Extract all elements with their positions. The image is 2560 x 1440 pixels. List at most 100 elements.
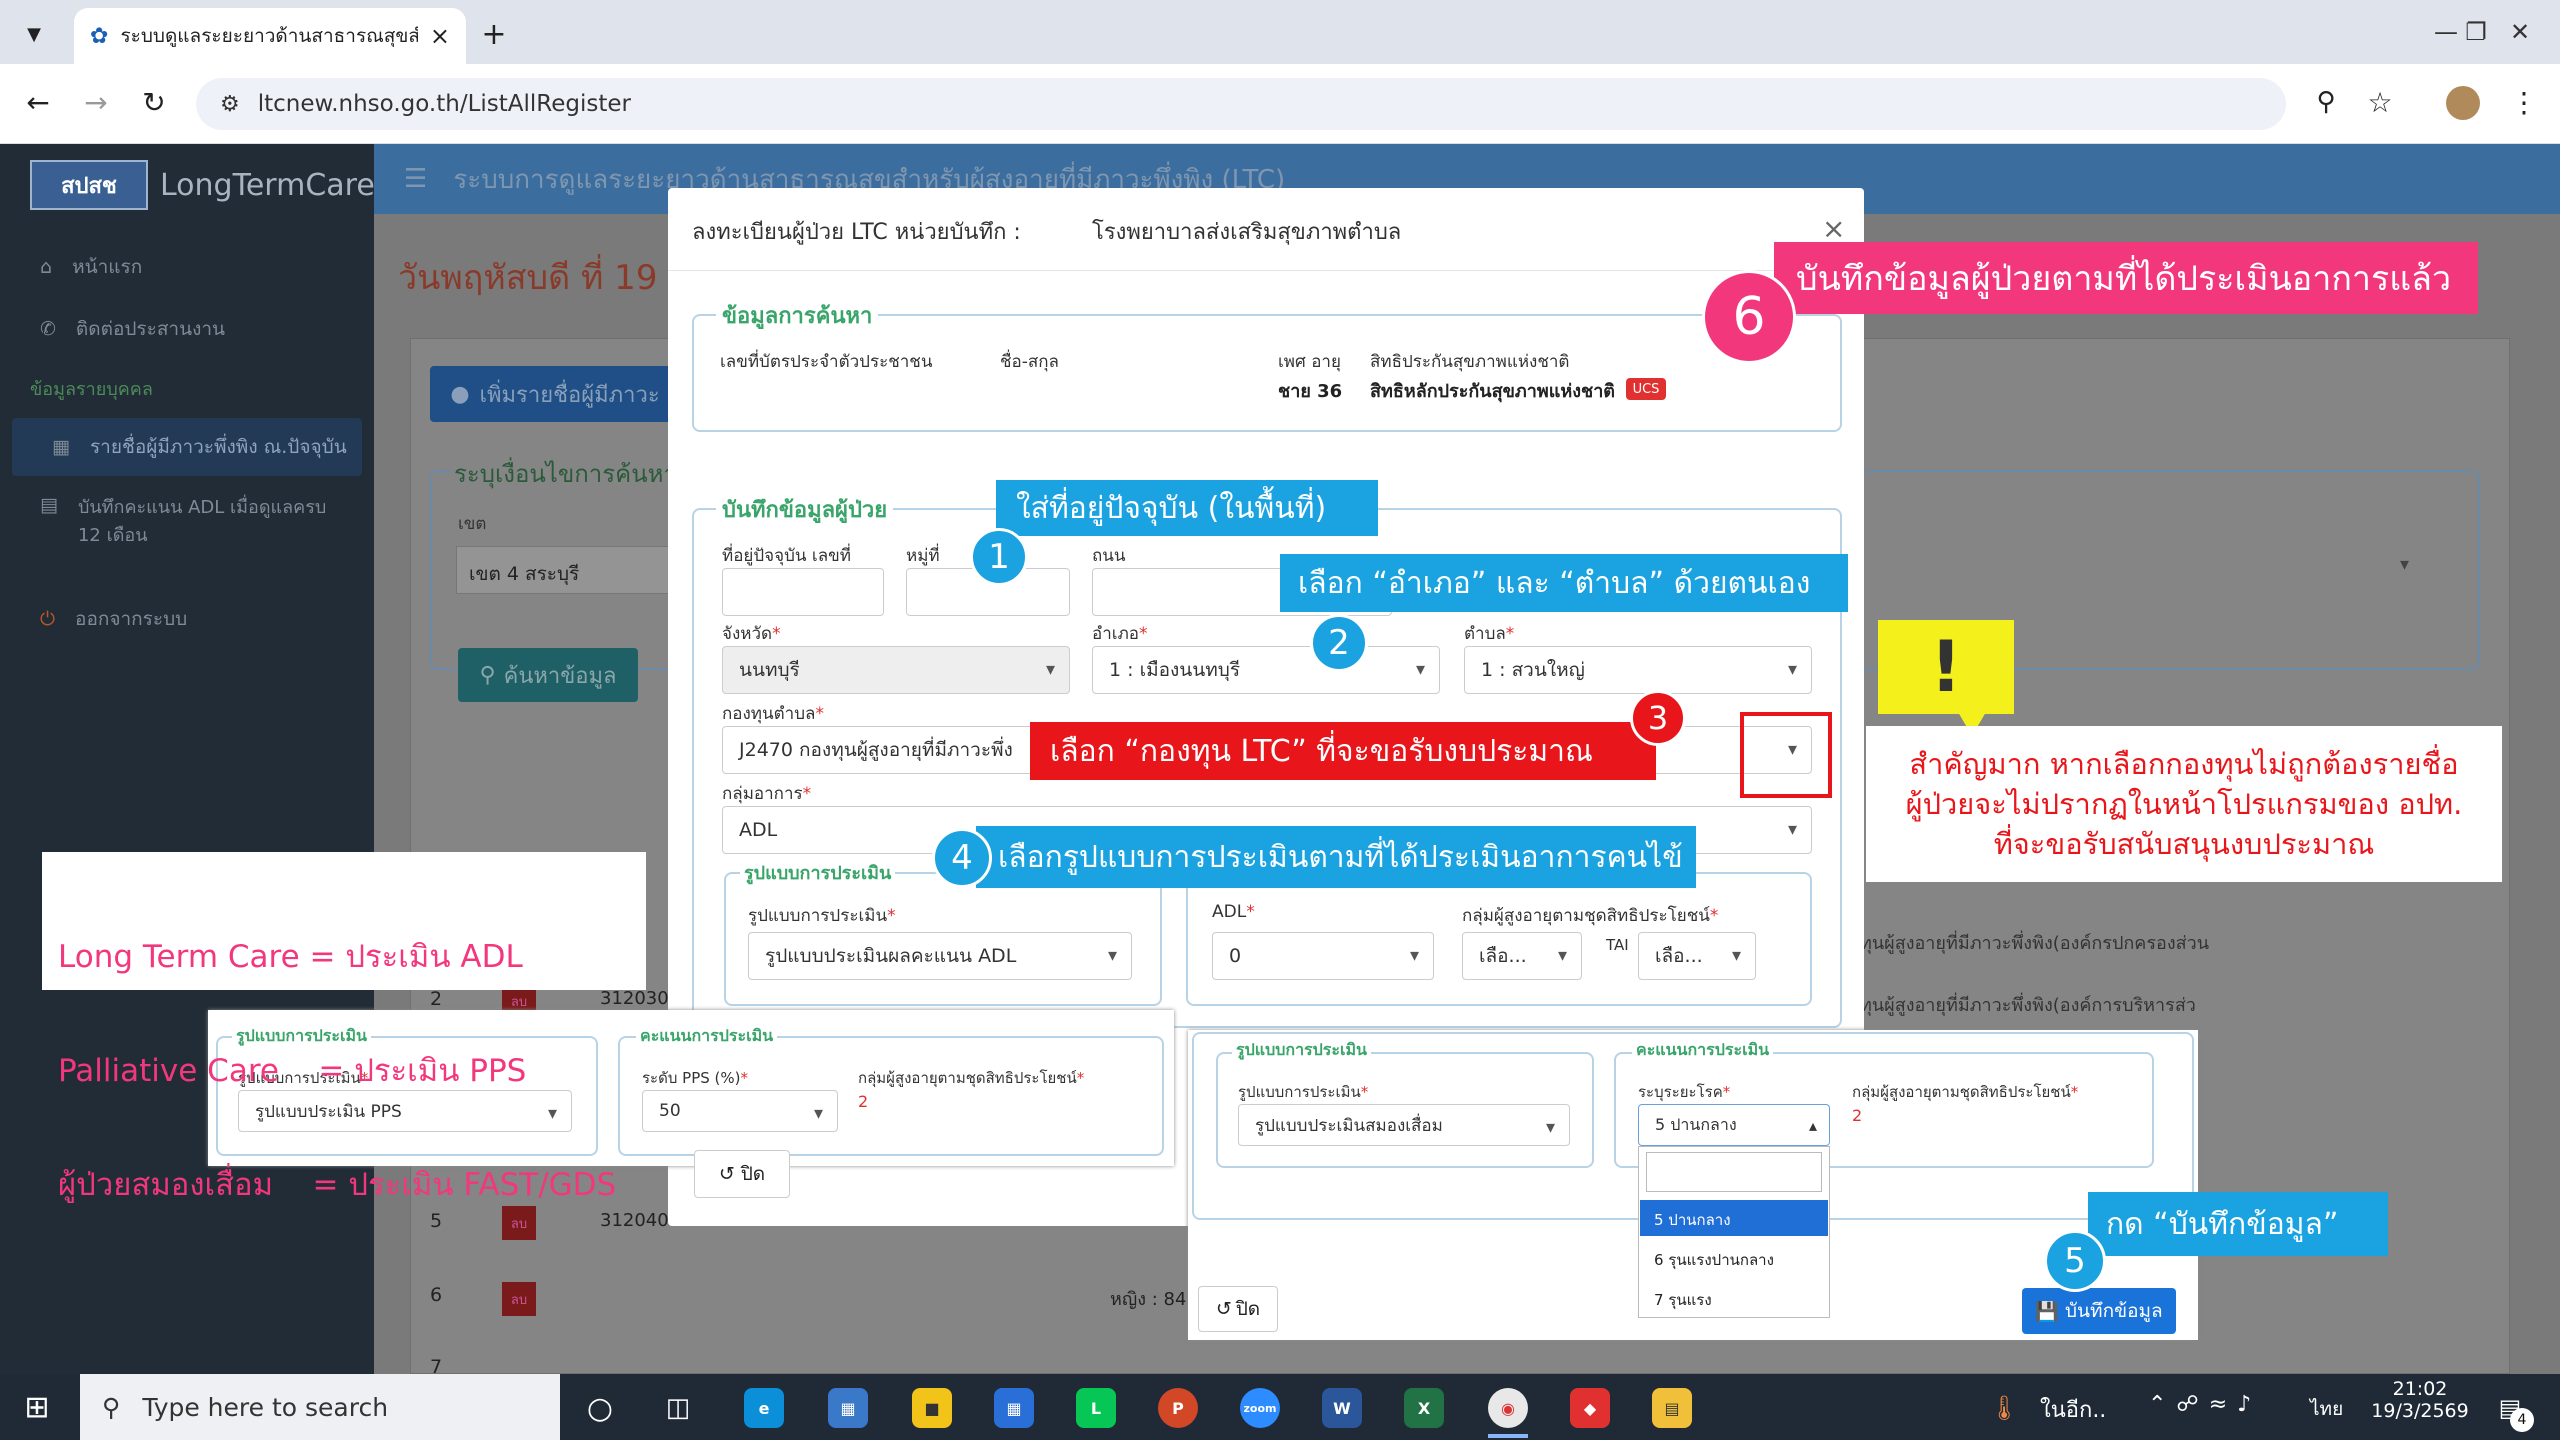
dem-type-label: รูปแบบการประเมิน* (1238, 1083, 1369, 1101)
browser-tab[interactable]: ✿ ระบบดูแลระยะยาวด้านสาธารณสุขสำ × (74, 8, 466, 64)
reload-icon[interactable]: ↻ (130, 78, 178, 126)
brand-name: LongTermCare (160, 168, 375, 203)
stage-option[interactable]: 5 ปานกลาง (1640, 1200, 1828, 1236)
province-select[interactable]: นนทบุรี (722, 646, 1070, 694)
edge-icon[interactable]: e (744, 1388, 784, 1428)
dem-stage-select[interactable]: 5 ปานกลาง ▴ (1638, 1104, 1830, 1146)
step-1-badge: 1 (970, 528, 1028, 586)
zone-select[interactable]: เขต 4 สระบุรี (456, 546, 670, 594)
dem-score-legend: คะแนนการประเมิน (1632, 1038, 1774, 1063)
weather-text[interactable]: ในอีก.. (2040, 1392, 2106, 1427)
weather-icon: 🌡 (1988, 1394, 2020, 1422)
row-fund: ทุนผู้สูงอายุที่มีภาวะพึ่งพิง(องค์กรปกคร… (1860, 933, 2210, 954)
modal-close-icon[interactable]: × (1822, 212, 1845, 245)
menu-kebab-icon[interactable]: ⋮ (2500, 78, 2548, 126)
save-button[interactable]: 💾 บันทึกข้อมูล (2022, 1288, 2176, 1334)
excel-icon[interactable]: X (1404, 1388, 1444, 1428)
pps-level-label: ระดับ PPS (%)* (642, 1069, 748, 1087)
sidebar-item-list-current[interactable]: ▦ รายชื่อผู้มีภาวะพึ่งพิง ณ.ปัจจุบัน (12, 418, 362, 476)
step-2-badge: 2 (1310, 614, 1368, 672)
profile-avatar[interactable] (2446, 86, 2480, 120)
browser-tab-bar: ▼ ✿ ระบบดูแลระยะยาวด้านสาธารณสุขสำ × + —… (0, 0, 2560, 64)
bookmark-star-icon[interactable]: ☆ (2356, 78, 2404, 126)
anydesk-icon[interactable]: ◆ (1570, 1388, 1610, 1428)
district-select[interactable]: 1 : เมืองนนทบุรี (1092, 646, 1440, 694)
windows-start-icon[interactable]: ⊞ (14, 1384, 60, 1430)
col-name: ชื่อ-สกุล (1000, 352, 1059, 372)
word-icon[interactable]: W (1322, 1388, 1362, 1428)
system-tray-icons[interactable]: ⌃☍≈♪ (2148, 1392, 2261, 1417)
assessment-legend-box: Long Term Care = ประเมิน ADL Palliative … (42, 852, 646, 1203)
zoom-icon[interactable]: ⚲ (2302, 78, 2350, 126)
right-value: สิทธิหลักประกันสุขภาพแห่งชาติ (1370, 381, 1615, 402)
col-gender-age: เพศ อายุ (1278, 352, 1341, 372)
subdistrict-select[interactable]: 1 : สวนใหญ่ (1464, 646, 1812, 694)
url-omnibox[interactable]: ⚙ ltcnew.nhso.go.th/ListAllRegister (196, 78, 2286, 130)
pps-level-select[interactable]: 50 (642, 1090, 838, 1132)
stage-option[interactable]: 6 รุนแรงปานกลาง (1640, 1240, 1828, 1276)
add-patient-button[interactable]: ● เพิ่มรายชื่อผู้มีภาวะ (430, 366, 680, 422)
legend-line: ผู้ป่วยสมองเสื่อม = ประเมิน FAST/GDS (58, 1167, 617, 1203)
powerpoint-icon[interactable]: P (1158, 1388, 1198, 1428)
site-favicon-icon: ✿ (90, 23, 109, 49)
clock[interactable]: 21:02 19/3/2569 (2370, 1378, 2470, 1422)
address-input[interactable] (722, 568, 884, 616)
floppy-disk-icon: 💾 (2035, 1300, 2059, 1323)
cortana-icon[interactable]: ○ (580, 1388, 620, 1428)
user-icon: ● (450, 381, 470, 407)
modal-close-button[interactable]: ↺ ปิด (694, 1150, 790, 1198)
stage-search-input[interactable] (1646, 1152, 1822, 1192)
tab-title: ระบบดูแลระยะยาวด้านสาธารณสุขสำ (120, 25, 418, 47)
sidebar-item-adl-12m[interactable]: ▤ บันทึกคะแนน ADL เมื่อดูแลครบ 12 เดือน (0, 494, 340, 546)
delete-badge[interactable]: ลบ (502, 1282, 536, 1316)
sidebar-item-logout[interactable]: ⏻ ออกจากระบบ (0, 590, 374, 648)
forward-icon[interactable]: → (72, 78, 120, 126)
tab-close-icon[interactable]: × (430, 22, 450, 50)
file-explorer-icon[interactable]: ▤ (1652, 1388, 1692, 1428)
tab-list-chevron-icon[interactable]: ▼ (14, 14, 54, 54)
hamburger-icon[interactable]: ☰ (404, 164, 427, 194)
dem-type-select[interactable]: รูปแบบประเมินสมองเสื่อม (1238, 1104, 1570, 1146)
pps-benefit-label: กลุ่มผู้สูงอายุตามชุดสิทธิประโยชน์* (858, 1069, 1085, 1087)
gender-age-value: ชาย 36 (1278, 381, 1343, 402)
taskbar-search[interactable]: ⚲ Type here to search (80, 1374, 560, 1440)
tai-select[interactable]: เลือ... (1638, 932, 1756, 980)
dem-stage-label: ระบุระยะโรค* (1638, 1083, 1731, 1101)
store-icon[interactable]: ▦ (828, 1388, 868, 1428)
adl-label: ADL* (1212, 902, 1255, 922)
clock-date: 19/3/2569 (2371, 1400, 2469, 1422)
site-settings-icon[interactable]: ⚙ (220, 92, 240, 117)
back-icon[interactable]: ← (14, 78, 62, 126)
callout-step-5: กด “บันทึกข้อมูล” (2088, 1192, 2388, 1256)
road-label: ถนน (1092, 546, 1126, 566)
zoom-icon[interactable]: zoom (1240, 1388, 1280, 1428)
sidebar-item-home[interactable]: ⌂ หน้าแรก (0, 238, 374, 296)
zone-chevron-icon: ▾ (2400, 554, 2410, 575)
new-tab-button[interactable]: + (472, 12, 516, 56)
adl-select[interactable]: 0 (1212, 932, 1434, 980)
district-label: อำเภอ* (1092, 624, 1148, 644)
clock-time: 21:02 (2392, 1378, 2448, 1400)
line-icon[interactable]: L (1076, 1388, 1116, 1428)
step-4-badge: 4 (932, 828, 992, 888)
stage-option[interactable]: 7 รุนแรง (1640, 1280, 1828, 1316)
benefit-select[interactable]: เลือ... (1462, 932, 1582, 980)
sidebar-item-contact[interactable]: ✆ ติดต่อประสานงาน (0, 300, 374, 358)
fund-dropdown-highlight (1740, 712, 1832, 798)
assess-select[interactable]: รูปแบบประเมินผลคะแนน ADL (748, 932, 1132, 980)
calendar-icon[interactable]: ▦ (994, 1388, 1034, 1428)
input-language[interactable]: ไทย (2310, 1394, 2343, 1424)
callout-step-6: บันทึกข้อมูลผู้ป่วยตามที่ได้ประเมินอาการ… (1774, 242, 2478, 314)
dem-close-button[interactable]: ↺ ปิด (1198, 1286, 1278, 1332)
chevron-up-icon: ▴ (1808, 1115, 1817, 1135)
window-close-icon[interactable]: ✕ (2488, 0, 2552, 64)
task-view-icon[interactable]: ◫ (658, 1388, 698, 1428)
dem-benefit-value: 2 (1852, 1106, 1863, 1125)
sticky-notes-icon[interactable]: ■ (912, 1388, 952, 1428)
col-right: สิทธิประกันสุขภาพแห่งชาติ (1370, 352, 1570, 372)
undo-icon: ↺ (718, 1163, 735, 1185)
search-button[interactable]: ⚲ ค้นหาข้อมูล (458, 648, 638, 702)
group-label: กลุ่มอาการ* (722, 784, 812, 804)
chrome-icon[interactable]: ◉ (1488, 1388, 1528, 1428)
ucs-badge: UCS (1626, 378, 1666, 400)
